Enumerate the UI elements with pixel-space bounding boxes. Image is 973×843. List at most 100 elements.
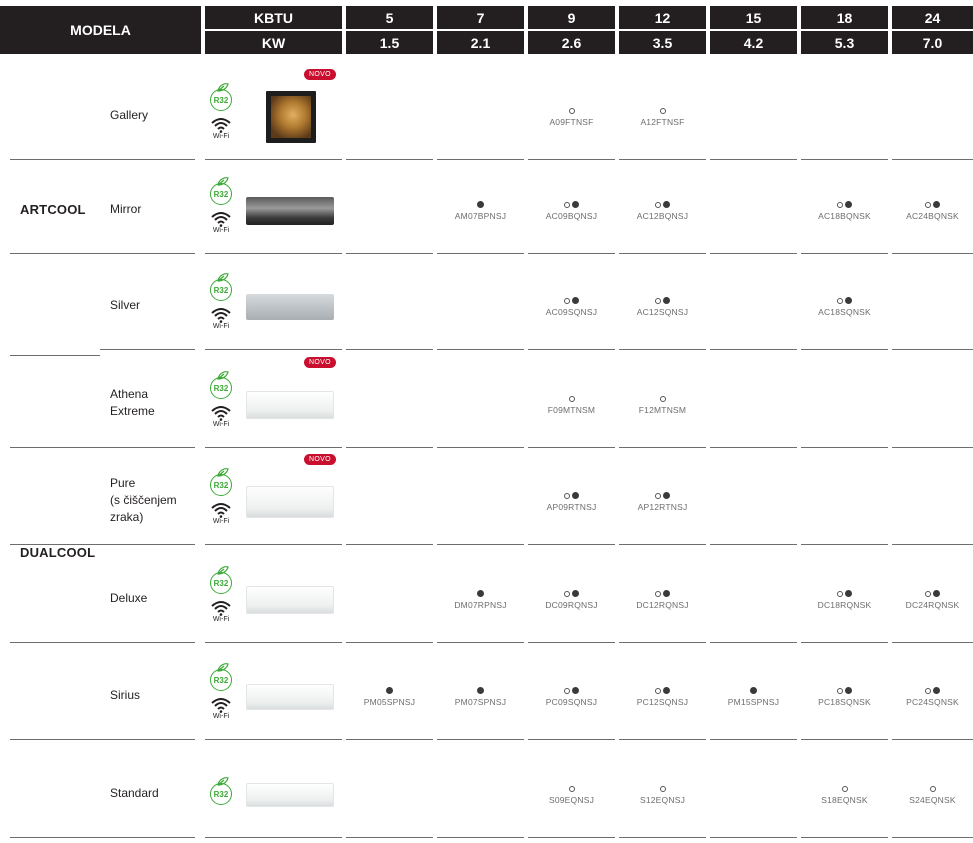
- filled-circle-icon: [386, 687, 393, 695]
- row-divider: [205, 447, 342, 448]
- model-code: F12MTNSM: [638, 405, 687, 415]
- r32-icon: R32: [210, 183, 232, 205]
- availability-symbol: [893, 199, 973, 210]
- model-code: PM05SPNSJ: [363, 697, 416, 707]
- model-code: AC18SQNSK: [818, 307, 871, 317]
- wifi-label: Wi-Fi: [212, 421, 230, 428]
- model-code-cell: PC18SQNSK: [805, 685, 885, 707]
- model-code: AC24BQNSK: [906, 211, 959, 221]
- group-divider: [10, 355, 100, 356]
- row-divider: [710, 159, 797, 160]
- row-divider: [100, 159, 195, 160]
- model-code-cell: AC18BQNSK: [805, 199, 885, 221]
- row-divider: [619, 544, 706, 545]
- kbtu-col-24: 24: [892, 6, 973, 29]
- model-name-line: Standard: [110, 785, 159, 800]
- kbtu-col-18: 18: [801, 6, 888, 29]
- model-code-cell: DC24RQNSK: [893, 588, 973, 610]
- availability-symbol: [532, 490, 612, 501]
- filled-circle-icon: [933, 590, 940, 598]
- row-divider: [801, 447, 888, 448]
- row-divider: [801, 253, 888, 254]
- open-circle-icon: [564, 201, 570, 208]
- open-circle-icon: [659, 785, 666, 792]
- open-circle-icon: [837, 590, 843, 597]
- model-code-cell: PC09SQNSJ: [532, 685, 612, 707]
- row-divider: [619, 349, 706, 350]
- model-code: PC09SQNSJ: [545, 697, 598, 707]
- model-name: Silver: [110, 297, 140, 314]
- filled-circle-icon: [663, 492, 670, 500]
- availability-symbol: [893, 685, 973, 696]
- row-divider: [100, 739, 195, 740]
- row-divider: [710, 642, 797, 643]
- kbtu-header: KBTU: [205, 6, 342, 29]
- unit-image: [246, 197, 334, 225]
- row-divider: [528, 544, 615, 545]
- row-divider: [100, 349, 195, 350]
- filled-circle-icon: [663, 590, 670, 598]
- wifi-icon: [211, 503, 231, 518]
- kw-col-5-3: 5.3: [801, 31, 888, 54]
- wifi-label: Wi-Fi: [212, 616, 230, 623]
- availability-symbol: [532, 685, 612, 696]
- row-divider: [205, 544, 342, 545]
- row-divider: [892, 837, 973, 838]
- wifi-icon: [211, 308, 231, 323]
- row-divider: [205, 253, 342, 254]
- model-code-cell: AC12BQNSJ: [623, 199, 703, 221]
- row-divider: [10, 642, 100, 643]
- model-code: AP12RTNSJ: [637, 502, 688, 512]
- row-divider: [619, 739, 706, 740]
- model-code: AC12SQNSJ: [636, 307, 689, 317]
- row-divider: [205, 837, 342, 838]
- row-divider: [346, 447, 433, 448]
- row-divider: [437, 253, 524, 254]
- availability-symbol: [532, 588, 612, 599]
- model-name-line: zraka): [110, 509, 144, 524]
- row-divider: [710, 253, 797, 254]
- open-circle-icon: [655, 492, 661, 499]
- availability-symbol: [805, 685, 885, 696]
- model-code-cell: AC18SQNSK: [805, 295, 885, 317]
- kbtu-col-5: 5: [346, 6, 433, 29]
- row-divider: [437, 837, 524, 838]
- model-name-line: Mirror: [110, 201, 142, 216]
- model-code-cell: F12MTNSM: [623, 393, 703, 415]
- filled-circle-icon: [845, 201, 852, 209]
- row-divider: [710, 544, 797, 545]
- unit-image: [246, 684, 334, 710]
- row-divider: [892, 253, 973, 254]
- model-code-cell: AM07BPNSJ: [441, 199, 521, 221]
- model-code-cell: PM05SPNSJ: [350, 685, 430, 707]
- unit-image: [246, 486, 334, 518]
- open-circle-icon: [655, 590, 661, 597]
- row-divider: [437, 159, 524, 160]
- model-code-cell: A12FTNSF: [623, 105, 703, 127]
- open-circle-icon: [659, 395, 666, 402]
- wifi-label: Wi-Fi: [212, 227, 230, 234]
- r32-icon: R32: [210, 377, 232, 399]
- model-code: AC12BQNSJ: [636, 211, 689, 221]
- wifi-label: Wi-Fi: [212, 133, 230, 140]
- availability-symbol: [532, 105, 612, 116]
- availability-symbol: [714, 685, 794, 696]
- r32-icon: R32: [210, 474, 232, 496]
- novo-badge: NOVO: [304, 454, 336, 465]
- model-name-line: Pure: [110, 475, 136, 490]
- filled-circle-icon: [572, 297, 579, 305]
- row-divider: [892, 544, 973, 545]
- availability-symbol: [441, 199, 521, 210]
- model-code: S24EQNSK: [909, 795, 956, 805]
- filled-circle-icon: [845, 297, 852, 305]
- open-circle-icon: [568, 107, 575, 114]
- open-circle-icon: [925, 590, 931, 597]
- kw-col-1-5: 1.5: [346, 31, 433, 54]
- model-code: S18EQNSK: [821, 795, 868, 805]
- row-divider: [528, 642, 615, 643]
- model-code: A12FTNSF: [640, 117, 685, 127]
- availability-symbol: [623, 393, 703, 404]
- row-divider: [710, 447, 797, 448]
- model-code: PC12SQNSJ: [636, 697, 689, 707]
- availability-symbol: [532, 783, 612, 794]
